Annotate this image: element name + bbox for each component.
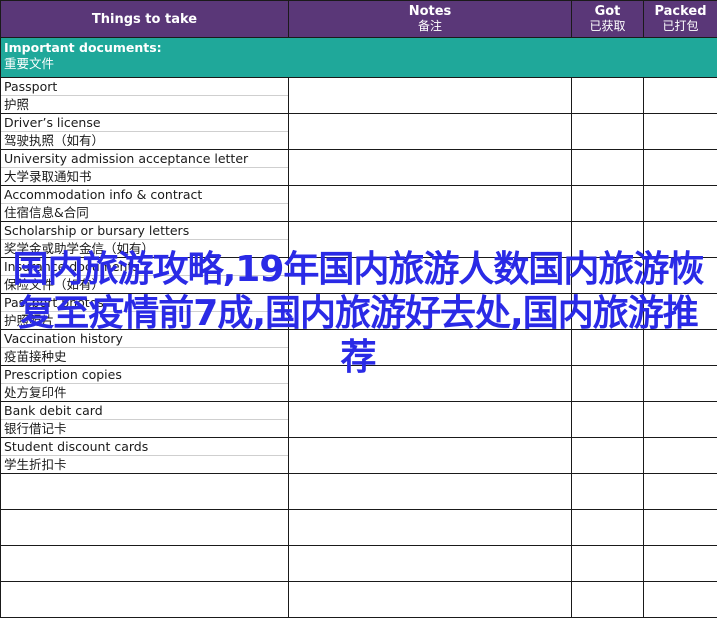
item-label: Scholarship or bursary letters奖学金或助学金信（如… <box>1 222 289 258</box>
notes-cell[interactable] <box>289 222 572 258</box>
packed-cell[interactable] <box>644 330 717 366</box>
got-cell[interactable] <box>572 438 644 474</box>
packed-cell[interactable] <box>644 150 717 186</box>
notes-cell[interactable] <box>289 78 572 114</box>
got-cell[interactable] <box>572 258 644 294</box>
got-cell[interactable] <box>572 474 644 510</box>
packed-cell[interactable] <box>644 582 717 618</box>
notes-cell[interactable] <box>289 330 572 366</box>
item-label: Driver’s license驾驶执照（如有） <box>1 114 289 150</box>
item-cell[interactable] <box>1 546 289 582</box>
packed-cell[interactable] <box>644 510 717 546</box>
empty-row <box>1 546 717 582</box>
item-label: Insurance documents保险文件（如有） <box>1 258 289 294</box>
item-label: Student discount cards学生折扣卡 <box>1 438 289 474</box>
header-things-to-take: Things to take <box>1 1 289 38</box>
item-label: Passport护照 <box>1 78 289 114</box>
table-row: Passport护照 <box>1 78 717 114</box>
packed-cell[interactable] <box>644 474 717 510</box>
packed-cell[interactable] <box>644 114 717 150</box>
notes-cell[interactable] <box>289 114 572 150</box>
notes-cell[interactable] <box>289 402 572 438</box>
got-cell[interactable] <box>572 222 644 258</box>
got-cell[interactable] <box>572 582 644 618</box>
section-title: Important documents: 重要文件 <box>1 38 717 78</box>
empty-row <box>1 474 717 510</box>
notes-cell[interactable] <box>289 294 572 330</box>
got-cell[interactable] <box>572 402 644 438</box>
table-row: Student discount cards学生折扣卡 <box>1 438 717 474</box>
checklist-table: Things to take Notes 备注 Got 已获取 Packed 已… <box>0 0 717 618</box>
notes-cell[interactable] <box>289 150 572 186</box>
table-row: Driver’s license驾驶执照（如有） <box>1 114 717 150</box>
item-cell[interactable] <box>1 474 289 510</box>
got-cell[interactable] <box>572 114 644 150</box>
packed-cell[interactable] <box>644 222 717 258</box>
packed-cell[interactable] <box>644 78 717 114</box>
empty-row <box>1 510 717 546</box>
header-packed: Packed 已打包 <box>644 1 717 38</box>
item-label: Vaccination history疫苗接种史 <box>1 330 289 366</box>
notes-cell[interactable] <box>289 186 572 222</box>
got-cell[interactable] <box>572 186 644 222</box>
section-row-important-documents: Important documents: 重要文件 <box>1 38 717 78</box>
notes-cell[interactable] <box>289 366 572 402</box>
got-cell[interactable] <box>572 330 644 366</box>
header-row: Things to take Notes 备注 Got 已获取 Packed 已… <box>1 1 717 38</box>
table-row: Insurance documents保险文件（如有） <box>1 258 717 294</box>
notes-cell[interactable] <box>289 258 572 294</box>
packed-cell[interactable] <box>644 258 717 294</box>
table-row: Scholarship or bursary letters奖学金或助学金信（如… <box>1 222 717 258</box>
got-cell[interactable] <box>572 78 644 114</box>
notes-cell[interactable] <box>289 438 572 474</box>
notes-cell[interactable] <box>289 474 572 510</box>
got-cell[interactable] <box>572 150 644 186</box>
item-label: University admission acceptance letter大学… <box>1 150 289 186</box>
packed-cell[interactable] <box>644 438 717 474</box>
got-cell[interactable] <box>572 510 644 546</box>
table-row: Passport photos护照照片 <box>1 294 717 330</box>
got-cell[interactable] <box>572 366 644 402</box>
packed-cell[interactable] <box>644 402 717 438</box>
empty-row <box>1 582 717 618</box>
packed-cell[interactable] <box>644 366 717 402</box>
packed-cell[interactable] <box>644 294 717 330</box>
item-label: Passport photos护照照片 <box>1 294 289 330</box>
got-cell[interactable] <box>572 546 644 582</box>
notes-cell[interactable] <box>289 582 572 618</box>
packed-cell[interactable] <box>644 546 717 582</box>
table-row: Accommodation info & contract住宿信息&合同 <box>1 186 717 222</box>
item-label: Accommodation info & contract住宿信息&合同 <box>1 186 289 222</box>
item-cell[interactable] <box>1 510 289 546</box>
table-row: Vaccination history疫苗接种史 <box>1 330 717 366</box>
notes-cell[interactable] <box>289 510 572 546</box>
packed-cell[interactable] <box>644 186 717 222</box>
header-notes: Notes 备注 <box>289 1 572 38</box>
table-row: Prescription copies处方复印件 <box>1 366 717 402</box>
table-row: Bank debit card银行借记卡 <box>1 402 717 438</box>
notes-cell[interactable] <box>289 546 572 582</box>
header-got: Got 已获取 <box>572 1 644 38</box>
got-cell[interactable] <box>572 294 644 330</box>
item-label: Prescription copies处方复印件 <box>1 366 289 402</box>
table-row: University admission acceptance letter大学… <box>1 150 717 186</box>
item-label: Bank debit card银行借记卡 <box>1 402 289 438</box>
item-cell[interactable] <box>1 582 289 618</box>
